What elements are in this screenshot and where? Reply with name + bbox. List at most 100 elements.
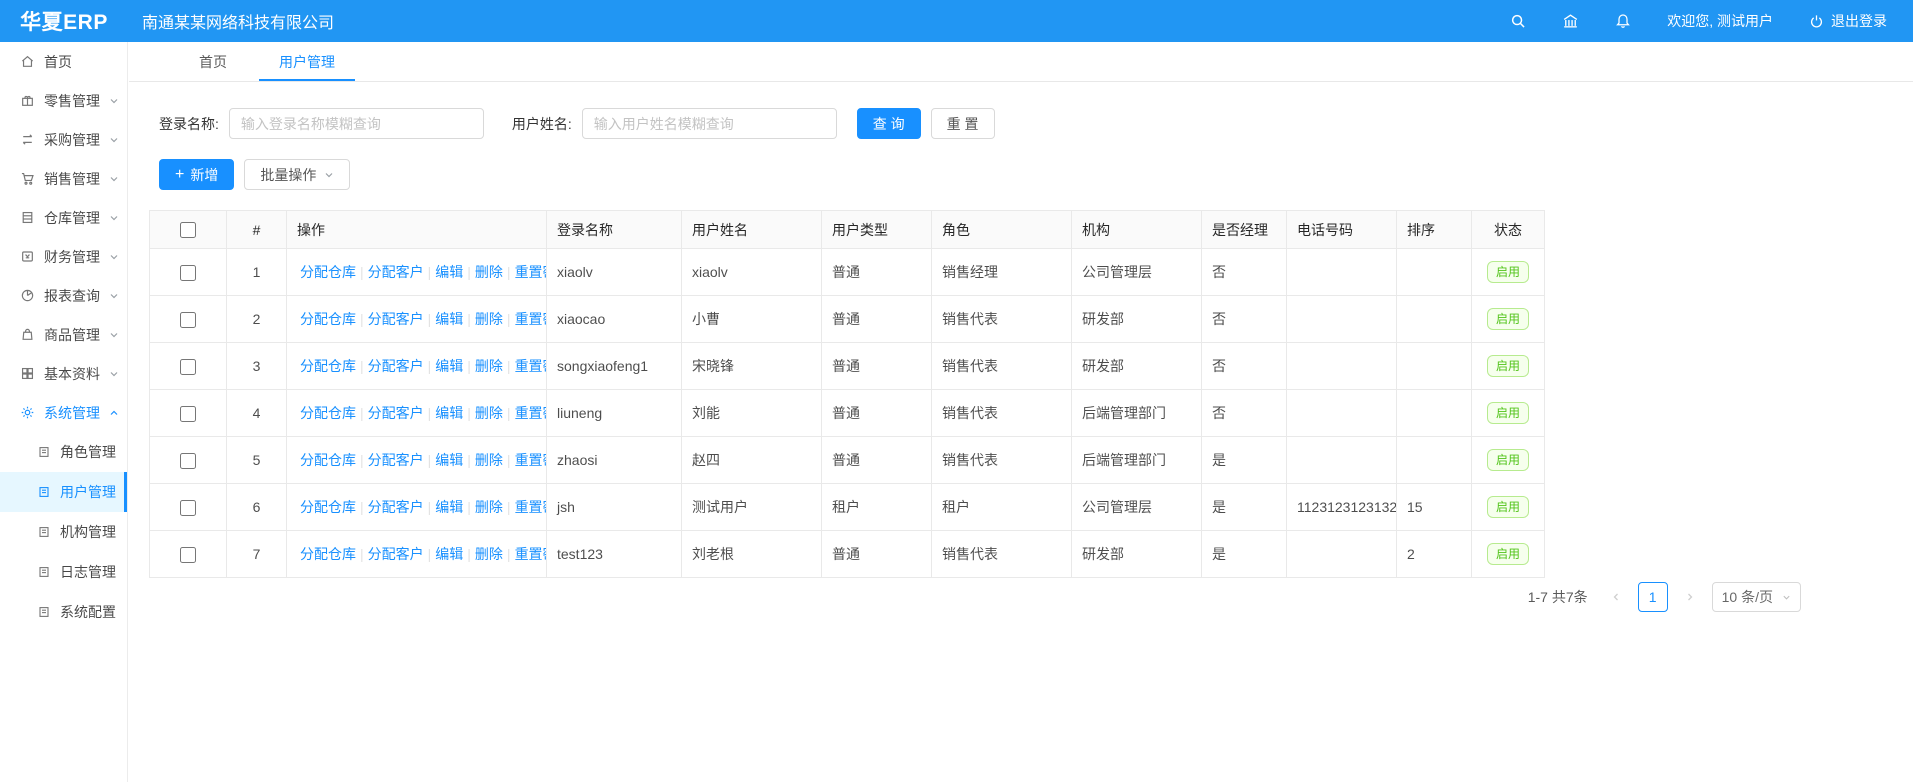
sidebar-subitem-3[interactable]: 机构管理 [0,512,127,552]
org-cell: 后端管理部门 [1072,390,1202,437]
sidebar-subitem-4[interactable]: 日志管理 [0,552,127,592]
user-name-input[interactable] [582,108,837,139]
sidebar-item-3[interactable]: 采购管理 [0,120,127,159]
assign-customer-link[interactable]: 分配客户 [365,311,427,327]
sidebar-item-4[interactable]: 销售管理 [0,159,127,198]
assign-customer-link[interactable]: 分配客户 [365,546,427,562]
sidebar-item-2[interactable]: 零售管理 [0,81,127,120]
row-checkbox[interactable] [180,265,196,281]
reset-password-link[interactable]: 重置密码 [512,264,547,280]
login-name-input[interactable] [229,108,484,139]
search-icon[interactable] [1510,13,1526,29]
edit-link[interactable]: 编辑 [432,546,466,562]
tab-2[interactable]: 用户管理 [259,42,355,81]
delete-link[interactable]: 删除 [472,546,506,562]
assign-customer-link[interactable]: 分配客户 [365,264,427,280]
delete-link[interactable]: 删除 [472,264,506,280]
select-all-checkbox[interactable] [180,222,196,238]
action-separator: | [359,452,365,468]
delete-link[interactable]: 删除 [472,499,506,515]
sidebar-item-8[interactable]: 商品管理 [0,315,127,354]
row-checkbox[interactable] [180,359,196,375]
sidebar-item-5[interactable]: 仓库管理 [0,198,127,237]
add-button[interactable]: + 新增 [159,159,234,190]
user-table-container: #操作登录名称用户姓名用户类型角色机构是否经理电话号码排序状态1分配仓库|分配客… [149,210,1893,578]
edit-link[interactable]: 编辑 [432,499,466,515]
delete-link[interactable]: 删除 [472,405,506,421]
edit-link[interactable]: 编辑 [432,358,466,374]
sidebar-item-7[interactable]: 报表查询 [0,276,127,315]
edit-link[interactable]: 编辑 [432,405,466,421]
assign-warehouse-link[interactable]: 分配仓库 [297,311,359,327]
reset-password-link[interactable]: 重置密码 [512,405,547,421]
sidebar-subitem-label: 角色管理 [60,442,116,462]
status-badge[interactable]: 启用 [1487,543,1529,565]
reset-password-link[interactable]: 重置密码 [512,311,547,327]
status-badge[interactable]: 启用 [1487,402,1529,424]
reset-password-link[interactable]: 重置密码 [512,358,547,374]
assign-customer-link[interactable]: 分配客户 [365,358,427,374]
assign-customer-link[interactable]: 分配客户 [365,452,427,468]
bank-icon[interactable] [1562,13,1579,30]
reset-password-link[interactable]: 重置密码 [512,452,547,468]
row-select-cell [150,343,227,390]
status-cell: 启用 [1472,484,1545,531]
sidebar-item-label: 报表查询 [44,286,109,306]
delete-link[interactable]: 删除 [472,311,506,327]
assign-warehouse-link[interactable]: 分配仓库 [297,405,359,421]
status-badge[interactable]: 启用 [1487,261,1529,283]
row-checkbox[interactable] [180,500,196,516]
sidebar-item-10[interactable]: 系统管理 [0,393,127,432]
role-cell: 租户 [932,484,1072,531]
table-row: 3分配仓库|分配客户|编辑|删除|重置密码songxiaofeng1宋晓锋普通销… [150,343,1545,390]
status-badge[interactable]: 启用 [1487,449,1529,471]
sidebar-subitem-1[interactable]: 角色管理 [0,432,127,472]
column-header: 排序 [1397,211,1472,249]
edit-link[interactable]: 编辑 [432,264,466,280]
org-cell: 公司管理层 [1072,484,1202,531]
assign-warehouse-link[interactable]: 分配仓库 [297,546,359,562]
status-badge[interactable]: 启用 [1487,308,1529,330]
pagination-total: 1-7 共7条 [1528,587,1588,607]
tab-1[interactable]: 首页 [179,42,247,81]
edit-link[interactable]: 编辑 [432,311,466,327]
reset-button[interactable]: 重 置 [931,108,995,139]
edit-link[interactable]: 编辑 [432,452,466,468]
sidebar-subitem-2[interactable]: 用户管理 [0,472,127,512]
org-cell: 研发部 [1072,296,1202,343]
app-logo[interactable]: 华夏ERP [0,6,128,36]
sidebar-item-6[interactable]: 财务管理 [0,237,127,276]
reset-password-link[interactable]: 重置密码 [512,546,547,562]
logout-button[interactable]: 退出登录 [1809,11,1887,31]
search-button[interactable]: 查 询 [857,108,921,139]
assign-customer-link[interactable]: 分配客户 [365,499,427,515]
page-size-select[interactable]: 10 条/页 [1712,582,1801,612]
row-checkbox[interactable] [180,547,196,563]
assign-customer-link[interactable]: 分配客户 [365,405,427,421]
role-cell: 销售代表 [932,296,1072,343]
row-checkbox[interactable] [180,406,196,422]
batch-actions-button[interactable]: 批量操作 [244,159,350,190]
bell-icon[interactable] [1615,13,1631,29]
status-badge[interactable]: 启用 [1487,496,1529,518]
status-badge[interactable]: 启用 [1487,355,1529,377]
select-all-cell [150,211,227,249]
delete-link[interactable]: 删除 [472,452,506,468]
assign-warehouse-link[interactable]: 分配仓库 [297,358,359,374]
sidebar-subitem-5[interactable]: 系统配置 [0,592,127,632]
reset-password-link[interactable]: 重置密码 [512,499,547,515]
assign-warehouse-link[interactable]: 分配仓库 [297,499,359,515]
assign-warehouse-link[interactable]: 分配仓库 [297,452,359,468]
delete-link[interactable]: 删除 [472,358,506,374]
next-page-icon[interactable] [1676,583,1704,611]
sort-cell: 2 [1397,531,1472,578]
table-row: 6分配仓库|分配客户|编辑|删除|重置密码jsh测试用户租户租户公司管理层是11… [150,484,1545,531]
phone-cell [1287,296,1397,343]
sidebar-item-1[interactable]: 首页 [0,42,127,81]
row-checkbox[interactable] [180,453,196,469]
row-checkbox[interactable] [180,312,196,328]
prev-page-icon[interactable] [1602,583,1630,611]
sidebar-item-9[interactable]: 基本资料 [0,354,127,393]
assign-warehouse-link[interactable]: 分配仓库 [297,264,359,280]
page-number-button[interactable]: 1 [1638,582,1668,612]
